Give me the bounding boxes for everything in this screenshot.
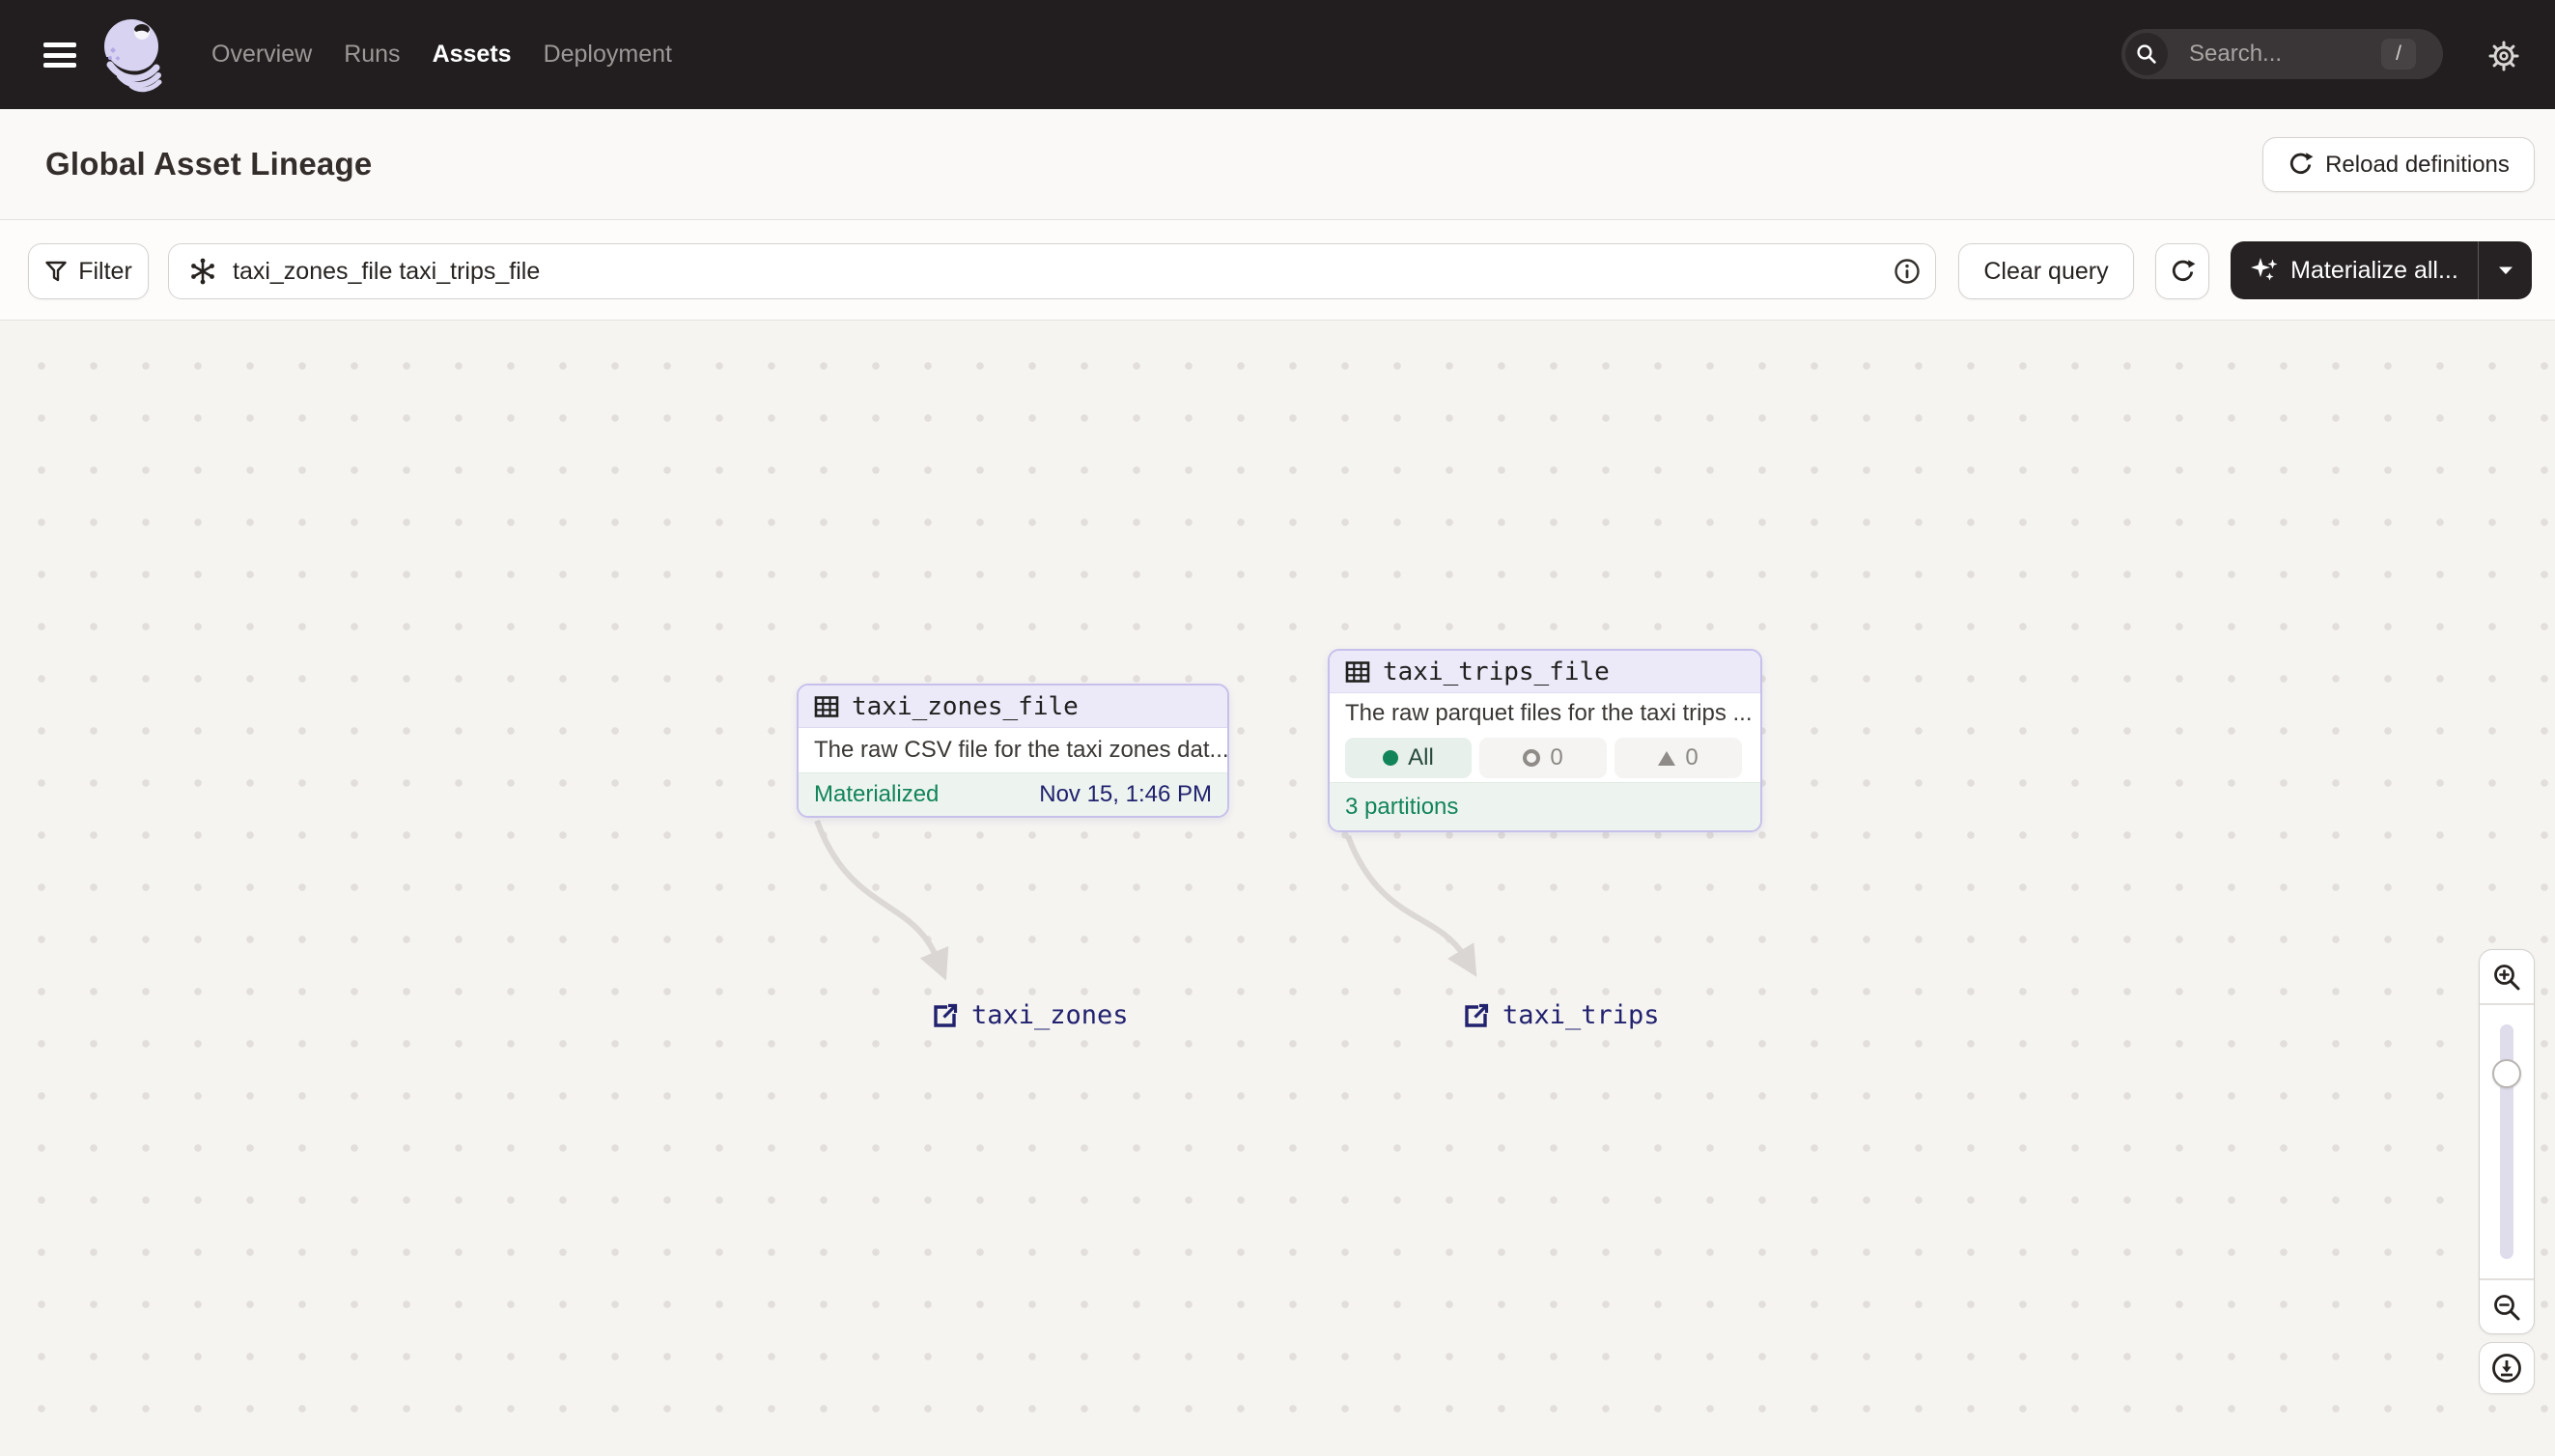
lineage-toolbar: Filter Clear query (0, 220, 2555, 321)
funnel-icon (45, 261, 67, 282)
zoom-in-button[interactable] (2480, 950, 2534, 1004)
external-asset-taxi-trips[interactable]: taxi_trips (1464, 998, 1660, 1031)
global-search[interactable]: / (2121, 29, 2443, 79)
materialization-timestamp[interactable]: Nov 15, 1:46 PM (1039, 781, 1212, 808)
search-shortcut-badge: / (2381, 39, 2416, 70)
asset-node-header: taxi_zones_file (799, 686, 1227, 728)
dagster-global-asset-lineage: { "topbar": { "nav": [ {"label": "Overvi… (0, 0, 2555, 1456)
reload-definitions-label: Reload definitions (2325, 151, 2510, 178)
zoom-out-icon (2494, 1294, 2520, 1320)
partitions-failed-count: 0 (1550, 744, 1563, 770)
caret-down-icon (2498, 266, 2513, 274)
op-selector-icon (191, 258, 214, 285)
nav-tab-overview[interactable]: Overview (211, 41, 312, 69)
filter-button[interactable]: Filter (28, 243, 149, 299)
materialized-status: Materialized (814, 781, 940, 807)
zoom-in-icon (2494, 964, 2520, 990)
settings-button[interactable] (2485, 37, 2523, 75)
partitions-materialized-count: All (1408, 744, 1434, 770)
gear-icon (2488, 41, 2519, 71)
lineage-canvas[interactable]: taxi_zones_file The raw CSV file for the… (0, 321, 2555, 1456)
clear-query-label: Clear query (1983, 257, 2109, 285)
search-icon (2125, 33, 2168, 75)
partition-health-row: All 0 0 (1330, 734, 1760, 782)
materialize-dropdown-button[interactable] (2479, 241, 2532, 299)
hamburger-menu-button[interactable] (43, 42, 76, 68)
nav-tab-deployment[interactable]: Deployment (544, 41, 672, 69)
download-icon (2492, 1354, 2521, 1383)
external-asset-name: taxi_zones (971, 999, 1129, 1030)
nav-tab-assets[interactable]: Assets (433, 41, 512, 69)
asset-selection-field (168, 243, 1936, 299)
edge-taxi-zones-file-to-taxi-zones (814, 819, 949, 981)
asset-node-header: taxi_trips_file (1330, 651, 1760, 693)
refresh-graph-button[interactable] (2155, 243, 2209, 299)
filter-button-label: Filter (78, 257, 132, 285)
zoom-controls (2479, 949, 2535, 1334)
menu-icon (43, 52, 76, 58)
materialize-all-button[interactable]: Materialize all... (2231, 241, 2479, 299)
asset-name: taxi_zones_file (852, 691, 1079, 721)
asset-description: The raw parquet files for the taxi trips… (1345, 700, 1753, 726)
partitions-missing-badge: 0 (1614, 738, 1742, 778)
failed-ring-icon (1523, 749, 1541, 767)
dagster-logo[interactable] (98, 15, 172, 93)
clear-query-button[interactable]: Clear query (1958, 243, 2134, 299)
partitions-count[interactable]: 3 partitions (1345, 794, 1458, 821)
table-icon (814, 695, 839, 717)
zoom-slider-thumb[interactable] (2492, 1059, 2521, 1088)
table-icon (1345, 660, 1370, 683)
asset-description: The raw CSV file for the taxi zones dat.… (814, 737, 1229, 763)
asset-partitions-footer: 3 partitions (1330, 782, 1760, 830)
nav-tab-runs[interactable]: Runs (344, 41, 400, 69)
asset-status-footer: Materialized Nov 15, 1:46 PM (799, 772, 1227, 816)
external-asset-taxi-zones[interactable]: taxi_zones (933, 998, 1129, 1031)
page-header: Global Asset Lineage Reload definitions (0, 109, 2555, 220)
materialize-all-split-button: Materialize all... (2231, 241, 2532, 299)
external-asset-name: taxi_trips (1502, 999, 1660, 1030)
sparkle-icon (2251, 258, 2278, 281)
reload-definitions-button[interactable]: Reload definitions (2262, 137, 2535, 192)
menu-icon (43, 42, 76, 47)
refresh-icon (2172, 259, 2195, 281)
asset-node-taxi-zones-file[interactable]: taxi_zones_file The raw CSV file for the… (797, 684, 1229, 818)
lineage-edges (814, 819, 1477, 981)
partitions-failed-badge: 0 (1479, 738, 1607, 778)
partitions-materialized-badge: All (1345, 738, 1472, 778)
external-link-icon (934, 1003, 958, 1027)
refresh-icon (2290, 153, 2314, 174)
edge-taxi-trips-file-to-taxi-trips (1345, 834, 1477, 977)
partitions-missing-count: 0 (1685, 744, 1699, 770)
menu-icon (43, 63, 76, 68)
materialized-dot-icon (1383, 750, 1399, 766)
info-icon (1895, 259, 1920, 284)
query-info-button[interactable] (1885, 244, 1929, 298)
materialize-all-label: Materialize all... (2290, 256, 2458, 284)
download-graph-button[interactable] (2479, 1342, 2535, 1394)
primary-nav: Overview Runs Assets Deployment (211, 0, 672, 109)
asset-node-taxi-trips-file[interactable]: taxi_trips_file The raw parquet files fo… (1328, 649, 1762, 832)
search-input[interactable] (2187, 40, 2336, 69)
zoom-slider[interactable] (2480, 1004, 2534, 1279)
top-navigation-bar: Overview Runs Assets Deployment / (0, 0, 2555, 109)
asset-query-input[interactable] (231, 256, 1885, 287)
missing-triangle-icon (1658, 750, 1676, 766)
zoom-out-button[interactable] (2480, 1279, 2534, 1333)
asset-name: taxi_trips_file (1383, 657, 1610, 686)
external-link-icon (1465, 1003, 1489, 1027)
page-title: Global Asset Lineage (45, 146, 373, 182)
